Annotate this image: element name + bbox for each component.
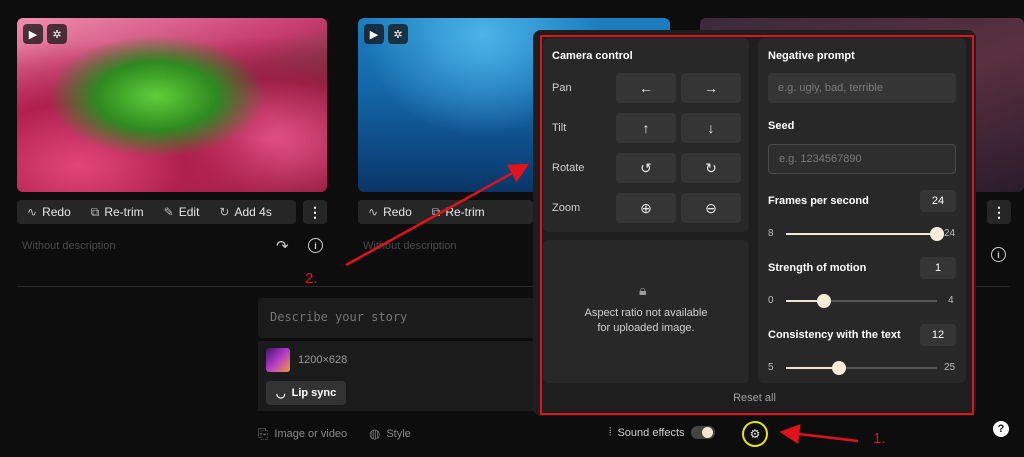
annotation-step-2: 2. <box>305 270 318 287</box>
arrow-to-settings-button <box>779 424 859 444</box>
arrow-to-camera-control <box>345 163 530 267</box>
annotation-arrows <box>345 163 859 444</box>
annotation-step-1: 1. <box>873 430 886 447</box>
